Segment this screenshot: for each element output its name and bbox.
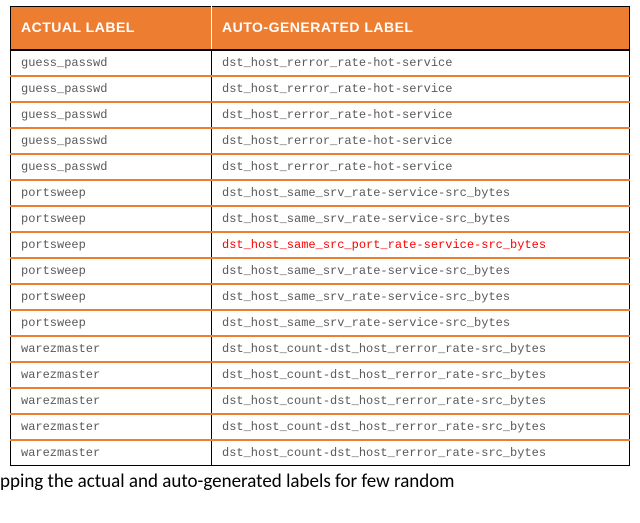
cell-auto-label: dst_host_count-dst_host_rerror_rate-src_…: [212, 440, 630, 466]
cell-actual-label: guess_passwd: [11, 102, 212, 128]
cell-auto-label: dst_host_same_src_port_rate-service-src_…: [212, 232, 630, 258]
table-header-row: ACTUAL LABEL AUTO-GENERATED LABEL: [11, 7, 630, 51]
table-row: warezmasterdst_host_count-dst_host_rerro…: [11, 414, 630, 440]
cell-auto-label: dst_host_count-dst_host_rerror_rate-src_…: [212, 414, 630, 440]
cell-actual-label: portsweep: [11, 258, 212, 284]
label-mapping-table: ACTUAL LABEL AUTO-GENERATED LABEL guess_…: [10, 6, 630, 466]
cell-actual-label: warezmaster: [11, 414, 212, 440]
cell-actual-label: warezmaster: [11, 440, 212, 466]
cell-actual-label: portsweep: [11, 310, 212, 336]
cell-actual-label: portsweep: [11, 206, 212, 232]
table-row: guess_passwddst_host_rerror_rate-hot-ser…: [11, 50, 630, 76]
header-auto-label: AUTO-GENERATED LABEL: [212, 7, 630, 51]
cell-actual-label: portsweep: [11, 284, 212, 310]
table-row: warezmasterdst_host_count-dst_host_rerro…: [11, 388, 630, 414]
cell-actual-label: guess_passwd: [11, 128, 212, 154]
table-row: portsweepdst_host_same_srv_rate-service-…: [11, 310, 630, 336]
table-row: portsweepdst_host_same_srv_rate-service-…: [11, 284, 630, 310]
table-row: warezmasterdst_host_count-dst_host_rerro…: [11, 362, 630, 388]
figure-caption: pping the actual and auto-generated labe…: [0, 470, 640, 493]
cell-auto-label: dst_host_same_srv_rate-service-src_bytes: [212, 284, 630, 310]
cell-auto-label: dst_host_same_srv_rate-service-src_bytes: [212, 180, 630, 206]
cell-auto-label: dst_host_rerror_rate-hot-service: [212, 76, 630, 102]
table-row: guess_passwddst_host_rerror_rate-hot-ser…: [11, 76, 630, 102]
table-row: guess_passwddst_host_rerror_rate-hot-ser…: [11, 154, 630, 180]
table-row: portsweepdst_host_same_srv_rate-service-…: [11, 258, 630, 284]
cell-auto-label: dst_host_same_srv_rate-service-src_bytes: [212, 310, 630, 336]
table-row: guess_passwddst_host_rerror_rate-hot-ser…: [11, 102, 630, 128]
cell-actual-label: portsweep: [11, 232, 212, 258]
cell-auto-label: dst_host_count-dst_host_rerror_rate-src_…: [212, 388, 630, 414]
cell-actual-label: guess_passwd: [11, 50, 212, 76]
cell-actual-label: portsweep: [11, 180, 212, 206]
cell-auto-label: dst_host_same_srv_rate-service-src_bytes: [212, 206, 630, 232]
table-row: guess_passwddst_host_rerror_rate-hot-ser…: [11, 128, 630, 154]
cell-auto-label: dst_host_rerror_rate-hot-service: [212, 154, 630, 180]
cell-auto-label: dst_host_count-dst_host_rerror_rate-src_…: [212, 362, 630, 388]
cell-actual-label: warezmaster: [11, 362, 212, 388]
cell-auto-label: dst_host_count-dst_host_rerror_rate-src_…: [212, 336, 630, 362]
cell-auto-label: dst_host_rerror_rate-hot-service: [212, 50, 630, 76]
cell-actual-label: guess_passwd: [11, 76, 212, 102]
cell-actual-label: warezmaster: [11, 388, 212, 414]
table-row: portsweepdst_host_same_srv_rate-service-…: [11, 180, 630, 206]
table-row: portsweepdst_host_same_srv_rate-service-…: [11, 206, 630, 232]
table-body: guess_passwddst_host_rerror_rate-hot-ser…: [11, 50, 630, 466]
cell-actual-label: warezmaster: [11, 336, 212, 362]
cell-auto-label: dst_host_rerror_rate-hot-service: [212, 102, 630, 128]
cell-auto-label: dst_host_same_srv_rate-service-src_bytes: [212, 258, 630, 284]
header-actual-label: ACTUAL LABEL: [11, 7, 212, 51]
cell-auto-label: dst_host_rerror_rate-hot-service: [212, 128, 630, 154]
table-row: warezmasterdst_host_count-dst_host_rerro…: [11, 336, 630, 362]
cell-actual-label: guess_passwd: [11, 154, 212, 180]
table-row: portsweepdst_host_same_src_port_rate-ser…: [11, 232, 630, 258]
table-row: warezmasterdst_host_count-dst_host_rerro…: [11, 440, 630, 466]
